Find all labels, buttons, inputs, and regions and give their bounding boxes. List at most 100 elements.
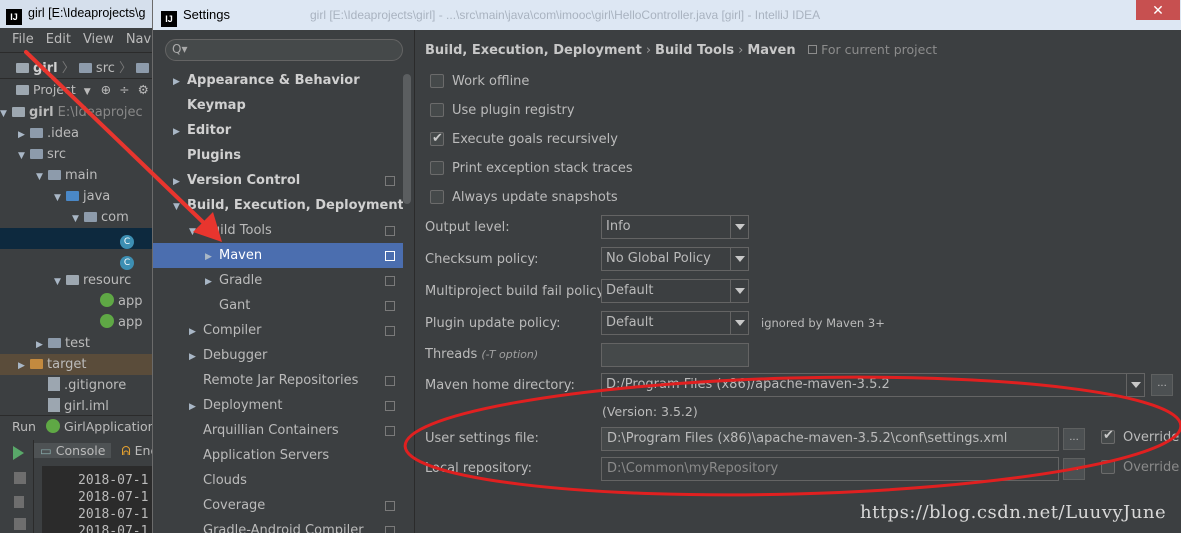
stop-icon[interactable]	[14, 472, 26, 484]
settings-titlebar[interactable]: IJ Settings girl [E:\Ideaprojects\girl] - …	[153, 0, 1181, 30]
checkbox-print-exception-stack-traces[interactable]: Print exception stack traces	[430, 159, 633, 179]
nav-item-plugins[interactable]: Plugins	[153, 143, 411, 168]
collapsed-arrow-icon[interactable]: ▶	[173, 170, 187, 195]
collapsed-arrow-icon[interactable]: ▶	[189, 320, 203, 345]
maven-home-select[interactable]: D:/Program Files (x86)/apache-maven-3.5.…	[601, 373, 1145, 397]
plugin-update-policy-select[interactable]: Default	[601, 311, 749, 335]
user-settings-override[interactable]: Override	[1101, 427, 1179, 447]
menu-view[interactable]: View	[83, 32, 114, 52]
nav-item-gradle[interactable]: ▶ Gradle	[153, 268, 411, 293]
menu-edit[interactable]: Edit	[46, 32, 71, 52]
nav-item-build-execution-deployment[interactable]: ▼ Build, Execution, Deployment	[153, 193, 411, 218]
nav-item-appearance-behavior[interactable]: ▶ Appearance & Behavior	[153, 68, 411, 93]
close-button[interactable]: ✕	[1136, 0, 1180, 20]
expanded-arrow-icon[interactable]: ▼	[189, 220, 203, 245]
nav-item-maven[interactable]: ▶ Maven	[153, 243, 411, 268]
expanded-arrow-icon[interactable]: ▼	[36, 167, 48, 188]
tree-row[interactable]: ▼ resourc	[0, 270, 160, 291]
collapse-icon[interactable]: ÷	[119, 82, 129, 97]
local-repository-input[interactable]: D:\Common\myRepository	[601, 457, 1059, 481]
checkbox-use-plugin-registry[interactable]: Use plugin registry	[430, 101, 575, 121]
output-level-select[interactable]: Info	[601, 215, 749, 239]
nav-item-clouds[interactable]: Clouds	[153, 468, 411, 493]
collapsed-arrow-icon[interactable]: ▶	[173, 120, 187, 145]
menu-file[interactable]: File	[12, 32, 34, 52]
checkbox-unchecked-icon[interactable]	[430, 103, 444, 117]
maven-home-browse-button[interactable]: ...	[1151, 374, 1173, 396]
play-icon[interactable]	[13, 446, 24, 460]
collapsed-arrow-icon[interactable]: ▶	[189, 345, 203, 370]
collapsed-arrow-icon[interactable]: ▶	[173, 70, 187, 95]
nav-item-coverage[interactable]: Coverage	[153, 493, 411, 518]
tree-row[interactable]: ▶ test	[0, 333, 160, 354]
nav-scrollbar[interactable]	[403, 66, 411, 533]
expanded-arrow-icon[interactable]: ▼	[72, 209, 84, 230]
checkbox-checked-icon[interactable]	[430, 129, 444, 149]
tree-row[interactable]: ▶ .idea	[0, 123, 160, 144]
nav-item-editor[interactable]: ▶ Editor	[153, 118, 411, 143]
local-repository-override[interactable]: Override	[1101, 459, 1179, 477]
checkbox-always-update-snapshots[interactable]: Always update snapshots	[430, 188, 618, 208]
chevron-down-icon[interactable]	[1126, 374, 1144, 396]
project-view-selector[interactable]: Project	[33, 82, 76, 97]
nav-item-debugger[interactable]: ▶ Debugger	[153, 343, 411, 368]
breadcrumb-girl[interactable]: girl	[33, 61, 58, 76]
console-output[interactable]: 2018-07-1 2018-07-1 2018-07-1 2018-07-1	[42, 466, 160, 533]
tree-row[interactable]: .gitignore	[0, 375, 160, 396]
chevron-down-icon[interactable]	[730, 312, 748, 334]
checkbox-execute-goals-recursively[interactable]: Execute goals recursively	[430, 129, 618, 150]
crosshair-icon[interactable]: ⊕	[101, 82, 111, 97]
nav-item-application-servers[interactable]: Application Servers	[153, 443, 411, 468]
expanded-arrow-icon[interactable]: ▼	[0, 104, 12, 125]
tree-row[interactable]: girl.iml	[0, 396, 160, 417]
breadcrumb-src[interactable]: src	[96, 61, 115, 76]
nav-item-gradle-android-compiler[interactable]: Gradle-Android Compiler	[153, 518, 411, 533]
nav-item-remote-jar-repositories[interactable]: Remote Jar Repositories	[153, 368, 411, 393]
tree-row[interactable]: app	[0, 291, 160, 312]
nav-item-keymap[interactable]: Keymap	[153, 93, 411, 118]
nav-item-deployment[interactable]: ▶ Deployment	[153, 393, 411, 418]
user-settings-browse-button[interactable]: ...	[1063, 428, 1085, 450]
checkbox-unchecked-icon[interactable]	[430, 190, 444, 204]
pause-icon[interactable]	[14, 496, 24, 508]
collapsed-arrow-icon[interactable]: ▶	[18, 356, 30, 377]
tree-row[interactable]: ▼ girl E:\Ideaprojec	[0, 102, 160, 123]
tree-row[interactable]: app	[0, 312, 160, 333]
tab-console[interactable]: ▭ Console	[34, 443, 112, 458]
nav-item-version-control[interactable]: ▶ Version Control	[153, 168, 411, 193]
tree-row[interactable]: ▼ main	[0, 165, 160, 186]
user-settings-input[interactable]: D:\Program Files (x86)\apache-maven-3.5.…	[601, 427, 1059, 451]
expanded-arrow-icon[interactable]: ▼	[54, 188, 66, 209]
chevron-down-icon[interactable]	[730, 248, 748, 270]
run-config-name[interactable]: GirlApplication	[64, 419, 156, 434]
gear-icon[interactable]: ⚙	[138, 82, 149, 97]
collapsed-arrow-icon[interactable]: ▶	[36, 335, 48, 356]
local-repository-browse-button[interactable]: ...	[1063, 458, 1085, 480]
nav-item-build-tools[interactable]: ▼ Build Tools	[153, 218, 411, 243]
override-checkbox[interactable]	[1101, 427, 1115, 445]
expanded-arrow-icon[interactable]: ▼	[173, 195, 187, 220]
collapsed-arrow-icon[interactable]: ▶	[205, 270, 219, 295]
collapsed-arrow-icon[interactable]: ▶	[189, 395, 203, 420]
nav-item-gant[interactable]: Gant	[153, 293, 411, 318]
checksum-policy-select[interactable]: No Global Policy	[601, 247, 749, 271]
checkbox-work-offline[interactable]: Work offline	[430, 72, 529, 92]
nav-item-compiler[interactable]: ▶ Compiler	[153, 318, 411, 343]
expanded-arrow-icon[interactable]: ▼	[18, 146, 30, 167]
multiproject-fail-policy-select[interactable]: Default	[601, 279, 749, 303]
threads-input[interactable]	[601, 343, 749, 367]
collapsed-arrow-icon[interactable]: ▶	[205, 245, 219, 270]
tree-row[interactable]: C	[0, 228, 160, 249]
nav-item-arquillian-containers[interactable]: Arquillian Containers	[153, 418, 411, 443]
expanded-arrow-icon[interactable]: ▼	[54, 272, 66, 293]
scrollbar-thumb[interactable]	[403, 74, 411, 204]
tree-row[interactable]: ▼ java	[0, 186, 160, 207]
chevron-down-icon[interactable]	[730, 280, 748, 302]
checkbox-unchecked-icon[interactable]	[430, 161, 444, 175]
tree-row[interactable]: ▼ src	[0, 144, 160, 165]
tree-row[interactable]: C	[0, 249, 160, 270]
tree-row[interactable]: ▼ com	[0, 207, 160, 228]
dump-icon[interactable]	[14, 518, 26, 530]
override-checkbox[interactable]	[1101, 460, 1115, 474]
chevron-down-icon[interactable]	[730, 216, 748, 238]
